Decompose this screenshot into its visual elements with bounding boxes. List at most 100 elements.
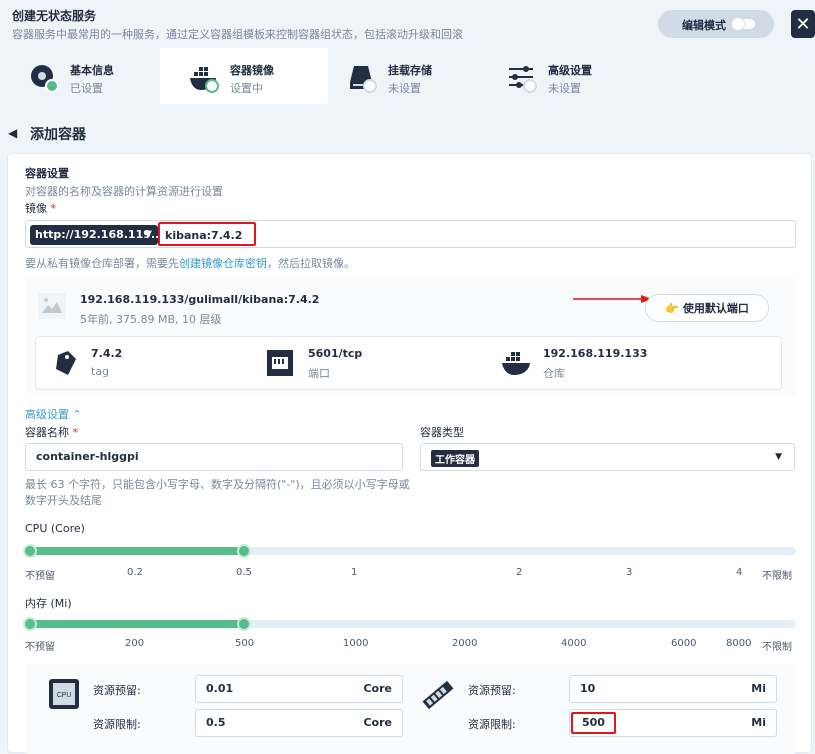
- port-label: 端口: [308, 367, 330, 380]
- port-icon: [267, 350, 293, 376]
- sliders-icon: [509, 66, 537, 93]
- create-secret-link[interactable]: 创建镜像仓库密钥: [179, 257, 267, 270]
- caret-down-icon: ▼: [775, 452, 782, 462]
- step-title: 高级设置: [548, 64, 592, 77]
- image-full-name: 192.168.119.133/gulimall/kibana:7.4.2: [80, 293, 320, 306]
- section-title: 容器设置: [25, 167, 69, 180]
- page-title: 创建无状态服务: [12, 9, 97, 23]
- registry-select[interactable]: http://192.168.119.... ▼: [30, 225, 168, 245]
- container-form-panel: 容器设置 对容器的名称及容器的计算资源进行设置 镜像 * http://192.…: [7, 153, 812, 754]
- memory-slider-track[interactable]: [23, 617, 796, 631]
- cpu-reserve-input[interactable]: 0.01 Core: [195, 675, 403, 703]
- memory-tick: 8000: [726, 638, 752, 649]
- memory-reserve-label: 资源预留:: [468, 684, 516, 697]
- cpu-icon: CPU: [49, 679, 79, 709]
- port-value: 5601/tcp: [308, 347, 363, 360]
- image-meta: 5年前, 375.89 MB, 10 层级: [80, 313, 222, 326]
- cpu-limit-label: 资源限制:: [93, 718, 141, 731]
- cpu-tick: 不预留: [25, 571, 55, 582]
- close-button[interactable]: ✕: [791, 10, 815, 38]
- memory-slider-range: [30, 620, 243, 628]
- container-name-input[interactable]: container-hlggpi: [25, 443, 403, 471]
- tag-label: tag: [91, 365, 110, 378]
- resource-box: CPU 资源预留: 0.01 Core 资源限制: 0.5 Core 资源预留: 1…: [25, 664, 796, 754]
- docker-icon: [190, 67, 219, 93]
- cpu-icon-text: CPU: [57, 692, 72, 699]
- memory-tick: 200: [125, 638, 145, 649]
- step-title: 容器镜像: [230, 64, 274, 77]
- memory-tick: 2000: [452, 638, 478, 649]
- cpu-reserve-label: 资源预留:: [93, 684, 141, 697]
- image-placeholder-icon: [38, 293, 66, 319]
- cpu-request-handle[interactable]: [23, 544, 37, 558]
- cpu-tick: 3: [626, 567, 633, 578]
- cpu-tick: 2: [516, 567, 523, 578]
- memory-tick: 不预留: [25, 642, 55, 653]
- step-title: 挂载存储: [388, 64, 432, 77]
- pointing-hand-icon: 👉: [665, 301, 679, 315]
- step-mount-storage[interactable]: 挂载存储 未设置: [318, 48, 478, 104]
- memory-tick: 4000: [561, 638, 587, 649]
- memory-tick: 1000: [343, 638, 369, 649]
- step-status: 已设置: [70, 82, 103, 95]
- back-arrow-icon: ◀: [8, 126, 18, 140]
- step-basic-info[interactable]: 基本信息 已设置: [0, 48, 160, 104]
- memory-reserve-input[interactable]: 10 Mi: [569, 675, 777, 703]
- cpu-limit-handle[interactable]: [237, 544, 251, 558]
- chevron-up-icon: ⌃: [72, 408, 82, 421]
- section-description: 对容器的名称及容器的计算资源进行设置: [25, 185, 223, 198]
- cpu-tick: 0.2: [127, 567, 143, 578]
- arrow-annotation: [573, 295, 652, 303]
- step-advanced-settings[interactable]: 高级设置 未设置: [478, 48, 648, 104]
- cpu-tick: 4: [736, 567, 743, 578]
- container-type-select[interactable]: 工作容器 ▼: [420, 443, 795, 471]
- use-default-port-button[interactable]: 👉 使用默认端口: [645, 294, 769, 322]
- edit-mode-toggle[interactable]: 编辑模式: [658, 10, 774, 38]
- image-input[interactable]: kibana:7.4.2: [158, 222, 256, 246]
- memory-tick: 6000: [671, 638, 697, 649]
- chevron-down-icon: ▼: [144, 229, 152, 240]
- advanced-settings-toggle[interactable]: 高级设置 ⌃: [25, 406, 82, 422]
- memory-tick: 500: [235, 638, 255, 649]
- repo-label: 仓库: [543, 367, 565, 380]
- toggle-knob: [731, 17, 745, 31]
- cpu-slider-track[interactable]: [23, 544, 796, 558]
- memory-limit-handle[interactable]: [237, 617, 251, 631]
- memory-limit-input[interactable]: 500 Mi: [569, 709, 777, 737]
- memory-limit-label: 资源限制:: [468, 718, 516, 731]
- image-row: http://192.168.119.... ▼ kibana:7.4.2: [25, 220, 796, 248]
- storage-icon: [350, 66, 377, 93]
- cpu-tick: 1: [351, 567, 358, 578]
- page-description: 容器服务中最常用的一种服务，通过定义容器组模板来控制容器组状态，包括滚动升级和回…: [12, 28, 463, 41]
- edit-mode-label: 编辑模式: [682, 19, 726, 32]
- container-name-hint: 最长 63 个字符，只能包含小写字母、数字及分隔符("-")，且必须以小写字母或…: [25, 478, 410, 507]
- image-label: 镜像 *: [25, 202, 56, 215]
- tag-icon: [56, 351, 76, 375]
- memory-request-handle[interactable]: [23, 617, 37, 631]
- step-status: 未设置: [388, 82, 421, 95]
- container-name-label: 容器名称 *: [25, 426, 78, 439]
- memory-tick: 不限制: [762, 642, 792, 653]
- close-icon: ✕: [795, 13, 811, 35]
- cpu-limit-input[interactable]: 0.5 Core: [195, 709, 403, 737]
- memory-icon: [422, 680, 454, 710]
- registry-hint: 要从私有镜像仓库部署，需要先创建镜像仓库密钥，然后拉取镜像。: [25, 257, 355, 270]
- repo-value: 192.168.119.133: [543, 347, 648, 360]
- cpu-slider-range: [30, 547, 243, 555]
- step-status: 未设置: [548, 82, 581, 95]
- toggle-switch[interactable]: [731, 17, 755, 31]
- tag-value: 7.4.2: [91, 347, 123, 360]
- cpu-tick: 0.5: [236, 567, 252, 578]
- add-container-title: 添加容器: [30, 127, 86, 143]
- step-status: 设置中: [230, 82, 263, 95]
- disk-icon: [31, 65, 59, 93]
- cpu-tick: 不限制: [762, 571, 792, 582]
- image-details: 7.4.2 tag 5601/tcp 端口 192.168.119.133 仓库: [35, 336, 782, 390]
- step-title: 基本信息: [70, 64, 114, 77]
- docker-icon: [502, 352, 530, 375]
- page-header: 创建无状态服务 容器服务中最常用的一种服务，通过定义容器组模板来控制容器组状态，…: [0, 0, 815, 48]
- steps-bar: 基本信息 已设置 容器镜像 设置中 挂载存储 未设置 高级设置 未设置: [0, 48, 815, 104]
- container-type-value: 工作容器: [431, 450, 479, 467]
- step-container-image[interactable]: 容器镜像 设置中: [160, 48, 328, 104]
- container-type-label: 容器类型: [420, 426, 464, 439]
